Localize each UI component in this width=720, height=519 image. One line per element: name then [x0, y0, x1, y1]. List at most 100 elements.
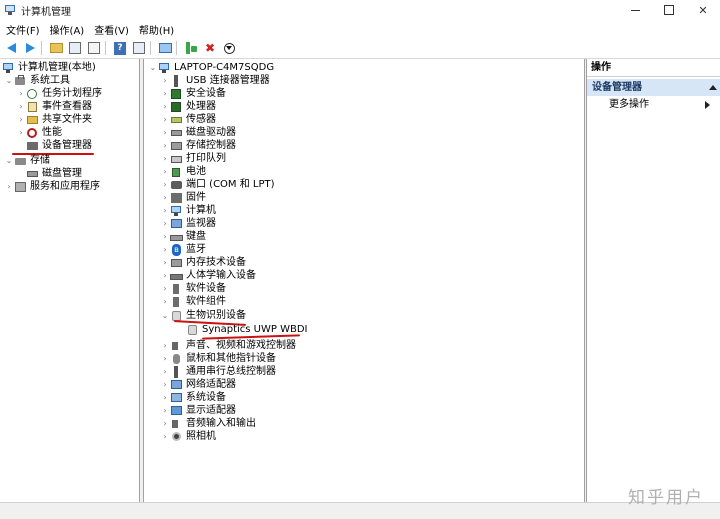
- device-category-biometric[interactable]: ⌄ 生物识别设备: [160, 309, 246, 322]
- device-category[interactable]: › 声音、视频和游戏控制器: [160, 339, 296, 352]
- expand-chevron-icon[interactable]: ›: [16, 113, 26, 126]
- disable-device-button[interactable]: [221, 40, 237, 56]
- device-category[interactable]: › USB 连接器管理器: [160, 74, 270, 87]
- expand-chevron-icon[interactable]: ›: [160, 178, 170, 191]
- collapse-chevron-icon[interactable]: ⌄: [160, 309, 170, 322]
- expand-chevron-icon[interactable]: ›: [160, 204, 170, 217]
- expand-chevron-icon[interactable]: ›: [160, 113, 170, 126]
- expand-chevron-icon[interactable]: ›: [4, 180, 14, 193]
- tree-task-scheduler[interactable]: › 任务计划程序: [16, 87, 102, 100]
- help-button[interactable]: ?: [112, 40, 128, 56]
- performance-icon: [26, 127, 39, 139]
- collapse-chevron-icon[interactable]: ⌄: [4, 74, 14, 87]
- device-category[interactable]: › 传感器: [160, 113, 216, 126]
- expand-chevron-icon[interactable]: ›: [160, 430, 170, 443]
- collapse-up-icon[interactable]: [709, 85, 717, 90]
- update-driver-button[interactable]: [183, 40, 199, 56]
- device-category[interactable]: › 端口 (COM 和 LPT): [160, 178, 274, 191]
- expand-chevron-icon[interactable]: ›: [160, 74, 170, 87]
- expand-chevron-icon[interactable]: ›: [160, 378, 170, 391]
- expand-chevron-icon[interactable]: ›: [160, 391, 170, 404]
- device-category[interactable]: › 鼠标和其他指针设备: [160, 352, 276, 365]
- device-category[interactable]: › 处理器: [160, 100, 216, 113]
- device-category[interactable]: › 网络适配器: [160, 378, 236, 391]
- tree-system-tools[interactable]: ⌄ 系统工具: [4, 74, 70, 87]
- up-level-button[interactable]: [48, 40, 64, 56]
- device-category[interactable]: › 软件设备: [160, 282, 226, 295]
- expand-chevron-icon[interactable]: ›: [160, 152, 170, 165]
- menu-file[interactable]: 文件(F): [0, 22, 45, 37]
- tree-services-apps[interactable]: › 服务和应用程序: [4, 180, 100, 193]
- device-category[interactable]: › 计算机: [160, 204, 216, 217]
- device-category[interactable]: › 监视器: [160, 217, 216, 230]
- device-category[interactable]: › 固件: [160, 191, 206, 204]
- expand-chevron-icon[interactable]: ›: [160, 87, 170, 100]
- expand-chevron-icon[interactable]: ›: [160, 365, 170, 378]
- device-category[interactable]: › 电池: [160, 165, 206, 178]
- expand-chevron-icon[interactable]: ›: [160, 339, 170, 352]
- action-pane-icon: [133, 42, 145, 54]
- tree-performance[interactable]: › 性能: [16, 126, 62, 139]
- expand-chevron-icon[interactable]: ›: [160, 230, 170, 243]
- action-pane-button[interactable]: [131, 40, 147, 56]
- device-category[interactable]: › 音频输入和输出: [160, 417, 256, 430]
- device-category[interactable]: › 打印队列: [160, 152, 226, 165]
- device-category[interactable]: › 存储控制器: [160, 139, 236, 152]
- expand-chevron-icon[interactable]: ›: [160, 126, 170, 139]
- device-category[interactable]: › 显示适配器: [160, 404, 236, 417]
- device-category[interactable]: › 系统设备: [160, 391, 226, 404]
- collapse-chevron-icon[interactable]: ⌄: [4, 154, 14, 167]
- expand-chevron-icon[interactable]: ›: [160, 100, 170, 113]
- device-category[interactable]: › 通用串行总线控制器: [160, 365, 276, 378]
- expand-chevron-icon[interactable]: ›: [160, 282, 170, 295]
- properties-icon: [88, 42, 100, 54]
- device-category[interactable]: › ʙ 蓝牙: [160, 243, 206, 256]
- tree-root[interactable]: 计算机管理(本地): [2, 61, 96, 74]
- expand-chevron-icon[interactable]: ›: [16, 100, 26, 113]
- expand-chevron-icon[interactable]: ›: [160, 243, 170, 256]
- device-category[interactable]: › 键盘: [160, 230, 206, 243]
- more-actions-item[interactable]: 更多操作: [609, 98, 710, 112]
- expand-chevron-icon[interactable]: ›: [160, 191, 170, 204]
- device-tree-root[interactable]: ⌄ LAPTOP-C4M7SQDG: [148, 61, 274, 74]
- tree-event-viewer[interactable]: › 事件查看器: [16, 100, 92, 113]
- tree-device-manager[interactable]: 设备管理器: [26, 139, 92, 152]
- expand-chevron-icon[interactable]: ›: [160, 256, 170, 269]
- actions-section-device-manager[interactable]: 设备管理器: [587, 79, 720, 96]
- expand-chevron-icon[interactable]: ›: [160, 352, 170, 365]
- device-category[interactable]: › 软件组件: [160, 295, 226, 308]
- scan-hardware-button[interactable]: [157, 40, 173, 56]
- close-button[interactable]: ✕: [686, 0, 720, 20]
- device-category[interactable]: › 安全设备: [160, 87, 226, 100]
- device-category[interactable]: › 内存技术设备: [160, 256, 246, 269]
- menu-action[interactable]: 操作(A): [45, 22, 90, 37]
- expand-chevron-icon[interactable]: ›: [160, 165, 170, 178]
- expand-chevron-icon[interactable]: ›: [16, 126, 26, 139]
- tree-disk-management[interactable]: 磁盘管理: [26, 167, 82, 180]
- device-category[interactable]: › 人体学输入设备: [160, 269, 256, 282]
- expand-chevron-icon[interactable]: ›: [160, 217, 170, 230]
- uninstall-device-button[interactable]: ✖: [202, 40, 218, 56]
- menu-view[interactable]: 查看(V): [89, 22, 134, 37]
- title-bar: 计算机管理 ✕: [0, 0, 720, 20]
- device-category[interactable]: › 照相机: [160, 430, 216, 443]
- expand-chevron-icon[interactable]: ›: [160, 417, 170, 430]
- expand-chevron-icon[interactable]: ›: [160, 295, 170, 308]
- tree-storage[interactable]: ⌄ 存储: [4, 154, 50, 167]
- expand-chevron-icon[interactable]: ›: [160, 269, 170, 282]
- tree-shared-folders[interactable]: › 共享文件夹: [16, 113, 92, 126]
- collapse-chevron-icon[interactable]: ⌄: [148, 61, 158, 74]
- properties-button[interactable]: [86, 40, 102, 56]
- expand-chevron-icon[interactable]: ›: [160, 139, 170, 152]
- forward-button[interactable]: [22, 40, 38, 56]
- watermark-text: 知乎用户: [628, 488, 704, 508]
- device-category[interactable]: › 磁盘驱动器: [160, 126, 236, 139]
- back-button[interactable]: [3, 40, 19, 56]
- menu-help[interactable]: 帮助(H): [134, 22, 179, 37]
- show-hide-tree-button[interactable]: [67, 40, 83, 56]
- toolbar-separator: [176, 41, 177, 55]
- minimize-button[interactable]: [618, 0, 652, 20]
- maximize-button[interactable]: [652, 0, 686, 20]
- expand-chevron-icon[interactable]: ›: [16, 87, 26, 100]
- expand-chevron-icon[interactable]: ›: [160, 404, 170, 417]
